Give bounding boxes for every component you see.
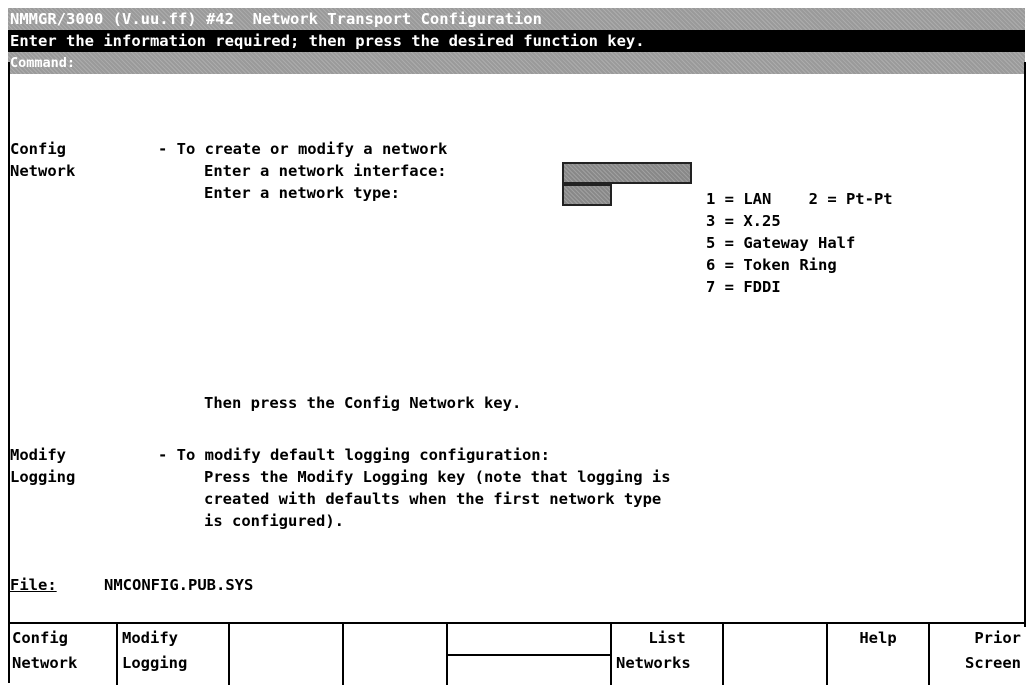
fkey-modify-logging[interactable]: Modify Logging (118, 624, 230, 685)
network-interface-input[interactable] (562, 162, 692, 184)
interface-prompt: Enter a network interface: (204, 162, 447, 180)
fkey-label-top: Modify (122, 629, 178, 647)
config-description: - To create or modify a network (158, 140, 448, 158)
fkey-divider (448, 654, 610, 656)
fkey-label-bottom: Logging (122, 654, 188, 672)
config-label-2: Network (10, 162, 76, 180)
title-bar: NMMGR/3000 (V.uu.ff) #42 Network Transpo… (8, 8, 1025, 30)
network-type-input[interactable] (562, 184, 612, 206)
fkey-prior-screen[interactable]: Prior Screen (930, 624, 1025, 685)
instruction-text: Enter the information required; then pre… (10, 32, 645, 50)
fkey-label-top: Help (859, 629, 897, 647)
fkey-list-networks[interactable]: List Networks (612, 624, 724, 685)
fkey-4[interactable] (344, 624, 448, 685)
function-key-bar: Config Network Modify Logging List Netwo… (8, 622, 1025, 685)
type-option: 7 = FDDI (706, 278, 781, 296)
command-bar[interactable]: Command: (8, 52, 1025, 74)
fkey-3[interactable] (230, 624, 344, 685)
instruction-bar: Enter the information required; then pre… (8, 30, 1025, 52)
fkey-label-bottom: Screen (965, 654, 1021, 672)
file-label: File: (10, 576, 57, 594)
fkey-help[interactable]: Help (828, 624, 930, 685)
fkey-5[interactable] (448, 624, 612, 685)
fkey-config-network[interactable]: Config Network (8, 624, 118, 685)
screen-title: NMMGR/3000 (V.uu.ff) #42 Network Transpo… (10, 10, 542, 28)
modify-line-1: Press the Modify Logging key (note that … (204, 468, 671, 486)
modify-label-2: Logging (10, 468, 76, 486)
fkey-label-top: List (648, 629, 686, 647)
screen-frame-right (1024, 62, 1026, 627)
fkey-label-bottom: Network (12, 654, 78, 672)
file-name: NMCONFIG.PUB.SYS (104, 576, 254, 594)
modify-description: - To modify default logging configuratio… (158, 446, 550, 464)
config-label-1: Config (10, 140, 66, 158)
modify-label-1: Modify (10, 446, 66, 464)
fkey-7[interactable] (724, 624, 828, 685)
type-option: 5 = Gateway Half (706, 234, 856, 252)
command-label: Command: (10, 55, 76, 71)
fkey-label-top: Config (12, 629, 68, 647)
type-option: 1 = LAN 2 = Pt-Pt (706, 190, 893, 208)
type-option: 6 = Token Ring (706, 256, 837, 274)
type-option: 3 = X.25 (706, 212, 781, 230)
fkey-label-top: Prior (974, 629, 1021, 647)
modify-line-3: is configured). (204, 512, 344, 530)
config-then-text: Then press the Config Network key. (204, 394, 522, 412)
fkey-label-bottom: Networks (616, 654, 691, 672)
modify-line-2: created with defaults when the first net… (204, 490, 662, 508)
type-prompt: Enter a network type: (204, 184, 400, 202)
